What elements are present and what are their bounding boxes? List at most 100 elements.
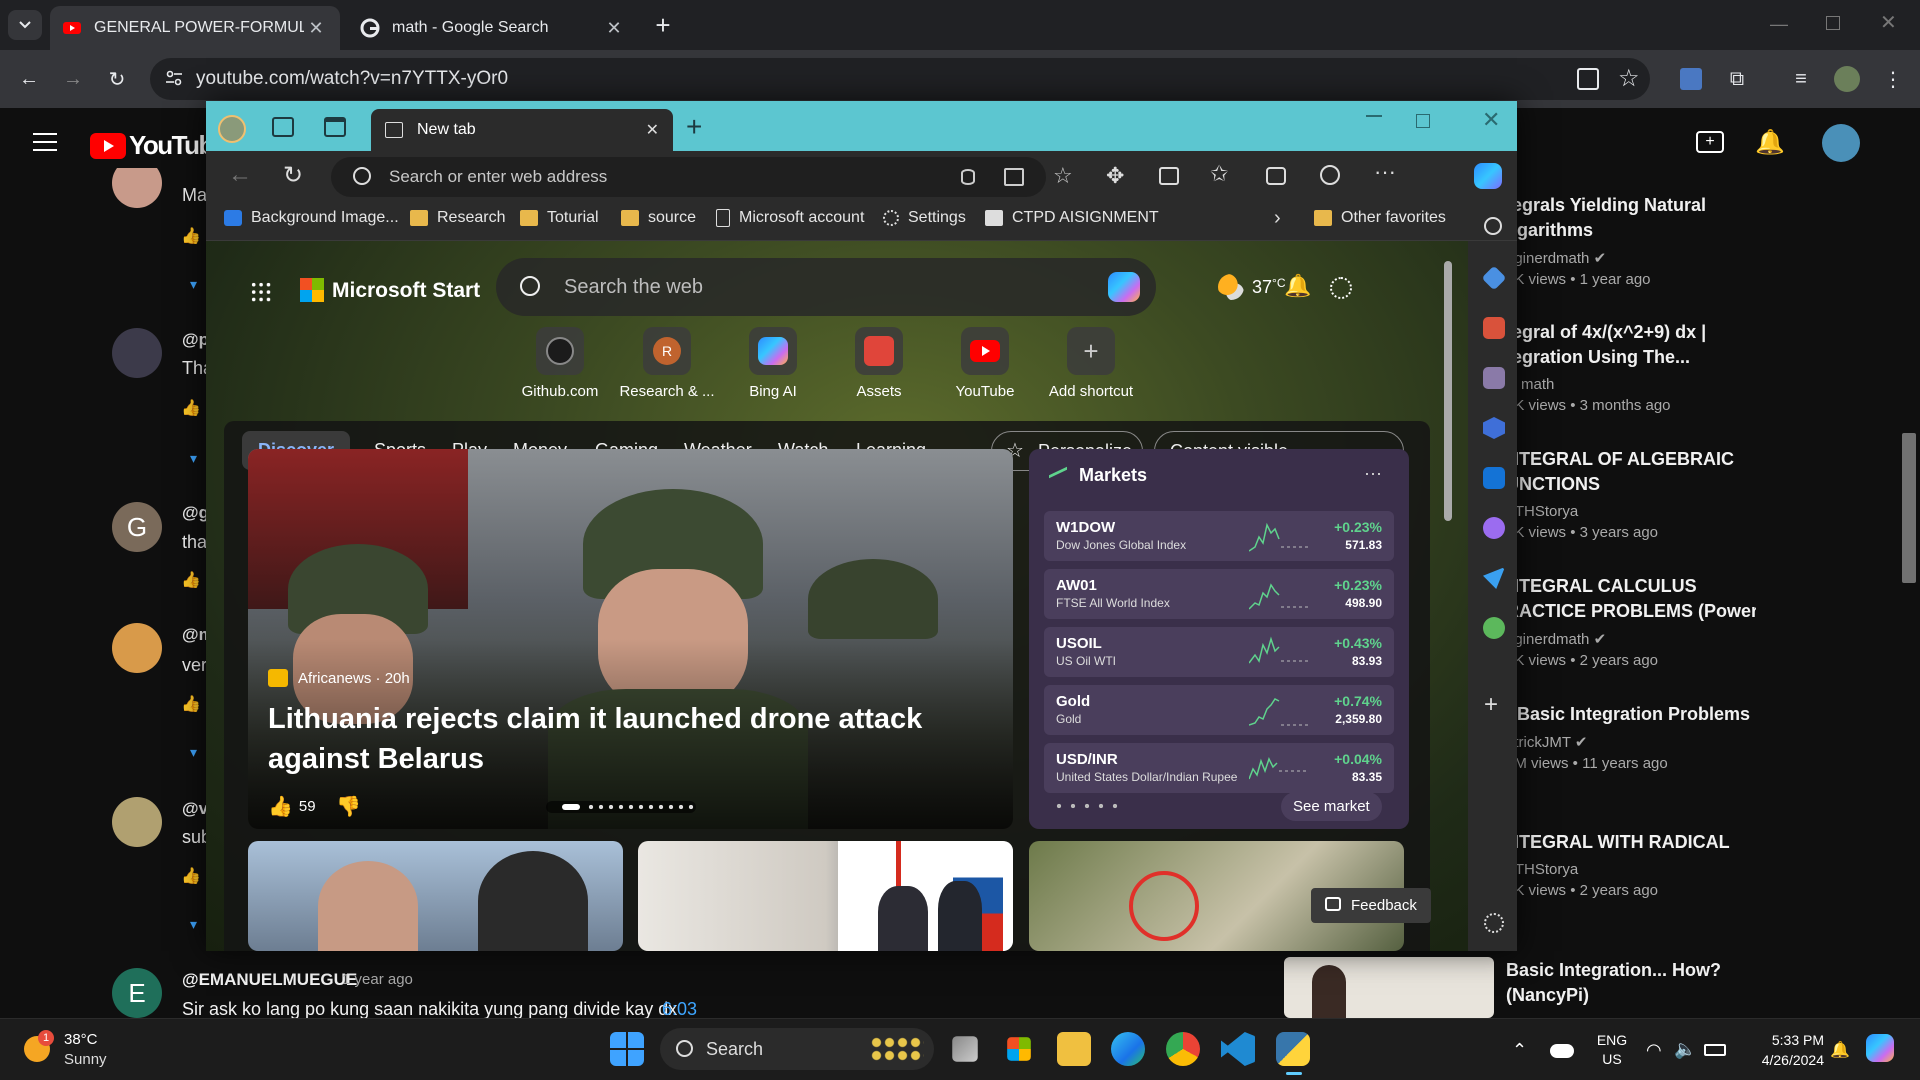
see-market-button[interactable]: See market xyxy=(1281,792,1382,821)
markets-menu-icon[interactable]: ··· xyxy=(1364,463,1382,484)
tab-youtube-video[interactable]: GENERAL POWER-FORMULA O ✕ xyxy=(50,6,340,50)
notifications-bell-icon[interactable]: 🔔 xyxy=(1284,273,1311,299)
replies-chevron-icon[interactable]: ▾ xyxy=(190,276,206,292)
comment-avatar[interactable]: G xyxy=(112,502,162,552)
new-tab-button[interactable]: + xyxy=(650,10,676,40)
replies-chevron-icon[interactable]: ▾ xyxy=(190,744,206,760)
dislike-icon[interactable]: 👎 xyxy=(336,794,361,819)
performance-icon[interactable] xyxy=(1320,165,1340,185)
shortcut-github[interactable]: Github.com xyxy=(505,327,615,400)
task-view-icon[interactable] xyxy=(952,1036,978,1062)
account-avatar[interactable] xyxy=(1822,124,1860,162)
market-row[interactable]: W1DOW Dow Jones Global Index +0.23% 571.… xyxy=(1044,511,1394,561)
replies-chevron-icon[interactable]: ▾ xyxy=(190,450,206,466)
tab-search-button[interactable] xyxy=(8,10,42,40)
favorites-icon[interactable]: ✩ xyxy=(1210,161,1228,187)
recommended-video[interactable]: tegral of 4x/(x^2+9) dx | tegration Usin… xyxy=(1506,320,1756,414)
other-favorites-folder[interactable]: Other favorites xyxy=(1314,209,1446,227)
bookmark-star-icon[interactable]: ☆ xyxy=(1618,64,1640,93)
tree-icon[interactable] xyxy=(1483,617,1505,639)
sidebar-search-icon[interactable] xyxy=(1484,217,1502,235)
sidebar-settings-icon[interactable] xyxy=(1484,913,1504,933)
create-video-icon[interactable]: + xyxy=(1696,131,1724,153)
page-scrollbar[interactable] xyxy=(1902,433,1916,583)
market-row[interactable]: AW01 FTSE All World Index +0.23% 498.90 xyxy=(1044,569,1394,619)
close-tab-icon[interactable]: ✕ xyxy=(602,18,626,39)
shortcut-assets[interactable]: Assets xyxy=(824,327,934,400)
comment-author[interactable]: @p xyxy=(182,330,209,350)
comment-author[interactable]: @EMANUELMUEGUE xyxy=(182,970,357,990)
comment-timestamp-link[interactable]: 6:03 xyxy=(662,999,697,1020)
weather-widget[interactable]: 37 °C xyxy=(1218,274,1286,300)
recommended-video[interactable]: NTEGRAL OF ALGEBRAIC UNCTIONS ATHStorya … xyxy=(1506,447,1756,541)
like-button[interactable]: 👍 59 xyxy=(268,794,316,819)
feed-scrollbar[interactable] xyxy=(1444,261,1452,521)
copilot-icon[interactable] xyxy=(1108,272,1140,302)
database-icon[interactable] xyxy=(961,169,975,185)
favorite-toturial-folder[interactable]: Toturial xyxy=(520,209,599,227)
like-icon[interactable]: 👍 xyxy=(181,570,205,594)
immersive-reader-icon[interactable] xyxy=(1004,168,1024,186)
favorites-overflow-chevron-icon[interactable]: › xyxy=(1274,207,1281,230)
edge-maximize-icon[interactable] xyxy=(1416,114,1430,128)
hamburger-menu-icon[interactable] xyxy=(33,133,57,151)
clock[interactable]: 5:33 PM 4/26/2024 xyxy=(1744,1030,1824,1070)
copilot-taskbar-icon[interactable] xyxy=(1866,1034,1894,1062)
reload-icon[interactable]: ↻ xyxy=(102,64,132,94)
tab-actions-icon[interactable] xyxy=(324,117,346,137)
app-launcher-icon[interactable] xyxy=(250,281,272,303)
markets-widget[interactable]: Markets ··· W1DOW Dow Jones Global Index… xyxy=(1029,449,1409,829)
microsoft-store-icon[interactable] xyxy=(1007,1037,1031,1061)
comment-avatar[interactable] xyxy=(112,623,162,673)
recommended-video[interactable]: NTEGRAL CALCULUS RACTICE PROBLEMS (Power… xyxy=(1506,574,1756,669)
wifi-icon[interactable]: ◠ xyxy=(1646,1040,1662,1061)
like-icon[interactable]: 👍 xyxy=(181,398,205,422)
microsoft-start-brand[interactable]: Microsoft Start xyxy=(332,279,480,303)
favorite-star-icon[interactable]: ☆ xyxy=(1053,163,1073,189)
favorite-microsoft-account[interactable]: Microsoft account xyxy=(716,209,864,227)
edge-extensions-icon[interactable]: ✥ xyxy=(1106,163,1124,189)
python-app-icon[interactable] xyxy=(1276,1032,1310,1066)
minimize-window-icon[interactable]: — xyxy=(1770,14,1790,34)
extensions-icon[interactable]: ⧉ xyxy=(1722,64,1752,94)
restore-window-icon[interactable] xyxy=(1826,16,1840,30)
edge-close-icon[interactable]: ✕ xyxy=(1482,107,1500,133)
news-card[interactable] xyxy=(638,841,1013,951)
media-controls-icon[interactable]: ≡ xyxy=(1786,64,1816,94)
outlook-icon[interactable] xyxy=(1483,467,1505,489)
market-row[interactable]: USOIL US Oil WTI +0.43% 83.93 xyxy=(1044,627,1394,677)
sidebar-add-icon[interactable]: + xyxy=(1484,691,1498,719)
taskbar-search-box[interactable]: Search xyxy=(660,1028,934,1070)
edge-address-bar[interactable]: Search or enter web address ☆ xyxy=(331,157,1073,197)
replies-chevron-icon[interactable]: ▾ xyxy=(190,916,206,932)
web-search-box[interactable]: Search the web xyxy=(496,258,1156,316)
translate-icon[interactable] xyxy=(1676,64,1706,94)
favorite-settings[interactable]: Settings xyxy=(883,209,966,227)
tools-icon[interactable] xyxy=(1483,317,1505,339)
favorite-source-folder[interactable]: source xyxy=(621,209,696,227)
notification-bell-icon[interactable]: 🔔 xyxy=(1830,1040,1850,1060)
address-bar[interactable]: youtube.com/watch?v=n7YTTX-yOr0 ☆ xyxy=(150,58,1650,100)
edge-refresh-icon[interactable]: ↻ xyxy=(283,161,303,190)
feedback-button[interactable]: Feedback xyxy=(1311,888,1431,923)
like-icon[interactable]: 👍 xyxy=(181,694,205,718)
recommended-video[interactable]: Basic Integration... How? (NancyPi) xyxy=(1506,958,1756,1008)
edge-menu-icon[interactable]: ··· xyxy=(1374,159,1396,185)
like-icon[interactable]: 👍 xyxy=(181,226,205,250)
notifications-bell-icon[interactable]: 🔔 xyxy=(1755,128,1785,157)
favorite-research-folder[interactable]: Research xyxy=(410,209,505,227)
workspaces-icon[interactable] xyxy=(272,117,294,137)
comment-avatar[interactable] xyxy=(112,328,162,378)
shortcut-youtube[interactable]: YouTube xyxy=(930,327,1040,400)
copilot-icon[interactable] xyxy=(1474,163,1502,189)
chrome-menu-icon[interactable]: ⋮ xyxy=(1878,64,1908,94)
comment-author[interactable]: @v xyxy=(182,799,208,819)
file-explorer-icon[interactable] xyxy=(1057,1032,1091,1066)
volume-icon[interactable]: 🔈 xyxy=(1674,1039,1696,1060)
carousel-dots[interactable] xyxy=(546,801,696,813)
comment-author[interactable]: @g xyxy=(182,503,209,523)
forward-icon[interactable]: → xyxy=(58,64,88,94)
back-icon[interactable]: ← xyxy=(14,64,44,94)
close-tab-icon[interactable]: ✕ xyxy=(304,18,328,39)
profile-avatar[interactable] xyxy=(1832,64,1862,94)
